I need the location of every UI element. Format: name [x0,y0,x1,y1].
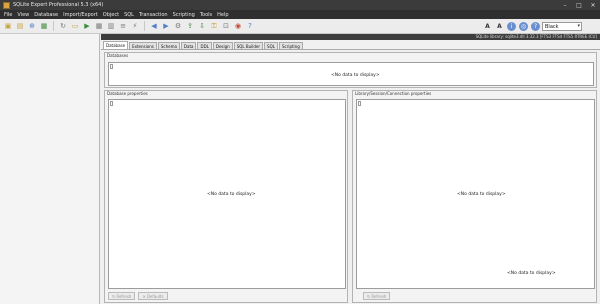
toolbar-separator [144,21,145,31]
window-controls: – □ ✕ [558,0,600,10]
menu-scripting[interactable]: Scripting [173,12,195,18]
menu-object[interactable]: Object [103,12,119,18]
settings-icon[interactable]: ⚙ [173,21,183,31]
folder-icon[interactable]: ▭ [70,21,80,31]
globe-icon[interactable]: ◎ [519,22,528,31]
tab-schema[interactable]: Schema [157,42,180,49]
tab-ddl[interactable]: DDL [197,42,212,49]
tab-strip: Database Extensions Schema Data DDL Desi… [101,41,600,49]
refresh-icon: ↻ [367,293,371,299]
title-bar: SQLite Expert Professional 5.3 (x64) – □… [0,0,600,10]
info-icon[interactable]: i [507,22,516,31]
databases-empty-text: <No data to display> [331,73,380,78]
close-icon: ✕ [142,293,146,299]
toolbar-right-icons: A A i ◎ ? [483,22,540,31]
forward-icon[interactable]: ▶ [161,21,171,31]
skin-value: Black [545,23,559,30]
database-properties-empty-text: <No data to display> [207,192,256,197]
tab-database[interactable]: Database [103,41,129,49]
row-indicator [110,64,113,69]
minimize-button[interactable]: – [558,0,572,10]
tab-data[interactable]: Data [180,42,197,49]
database-properties-grid[interactable]: <No data to display> [108,99,346,289]
refresh-button[interactable]: ↻ Refresh [108,292,136,300]
backup-icon[interactable]: ◉ [233,21,243,31]
menu-file[interactable]: File [4,12,12,18]
trigger-icon[interactable]: ⚡ [130,21,140,31]
table-icon[interactable]: ▦ [94,21,104,31]
menu-bar: File View Database Import/Export Object … [0,10,600,19]
database-tab-content: Databases <No data to display> Database … [101,49,600,304]
back-icon[interactable]: ◀ [149,21,159,31]
tab-extensions[interactable]: Extensions [129,42,157,49]
refresh-button-label: Refresh [116,293,132,299]
open-database-icon[interactable]: ▤ [15,21,25,31]
databases-panel-title: Databases [107,53,129,58]
run-icon[interactable]: ▶ [82,21,92,31]
help-icon[interactable]: ? [245,21,255,31]
databases-grid[interactable]: <No data to display> [108,62,594,86]
chevron-down-icon: ▾ [577,23,580,29]
database-properties-title: Database properties [107,91,148,96]
toolbar-separator [53,21,54,31]
refresh-button-2[interactable]: ↻ Refresh [363,292,391,300]
library-properties-grid[interactable]: <No data to display> <No data to display… [356,99,595,289]
menu-help[interactable]: Help [217,12,228,18]
lock-icon[interactable]: ⊡ [221,21,231,31]
menu-sql[interactable]: SQL [124,12,134,18]
row-indicator [110,101,113,106]
tab-sql-builder[interactable]: SQL Builder [233,42,264,49]
menu-database[interactable]: Database [34,12,58,18]
library-properties-buttons: ↻ Refresh [363,292,391,300]
refresh-icon[interactable]: ↻ [58,21,68,31]
databases-panel: Databases <No data to display> [104,52,597,88]
library-properties-empty-text: <No data to display> [457,192,506,197]
defaults-button-label: Defaults [146,293,164,299]
refresh-button-2-label: Refresh [371,293,387,299]
about-icon[interactable]: ? [531,22,540,31]
window-title: SQLite Expert Professional 5.3 (x64) [13,2,104,8]
row-indicator [358,101,361,106]
menu-import-export[interactable]: Import/Export [63,12,98,18]
tab-sql[interactable]: SQL [264,42,278,49]
tab-scripting[interactable]: Scripting [278,42,303,49]
view-icon[interactable]: ▥ [106,21,116,31]
key-icon[interactable]: ⚿ [209,21,219,31]
close-button[interactable]: ✕ [586,0,600,10]
database-properties-panel: Database properties <No data to display>… [104,90,348,303]
export-icon[interactable]: ⇪ [185,21,195,31]
skin-select[interactable]: Black ▾ [542,22,582,31]
tab-design[interactable]: Design [212,42,233,49]
library-info-bar: SQLite library: sqlite3.dll 3.32.3 [FTS3… [101,34,600,40]
library-properties-title: Library/Session/Connection properties [355,91,432,96]
refresh-icon: ↻ [112,293,116,299]
menu-transaction[interactable]: Transaction [139,12,168,18]
attach-icon[interactable]: ⊕ [27,21,37,31]
font-smaller-icon[interactable]: A [495,22,504,31]
new-database-icon[interactable]: ▣ [3,21,13,31]
database-properties-buttons: ↻ Refresh ✕ Defaults [108,292,168,300]
library-properties-empty-text-2: <No data to display> [507,271,556,276]
font-larger-icon[interactable]: A [483,22,492,31]
menu-view[interactable]: View [17,12,29,18]
app-icon [3,1,10,9]
save-icon[interactable]: ▦ [39,21,49,31]
defaults-button[interactable]: ✕ Defaults [138,292,168,300]
database-tree-sidebar[interactable] [0,34,100,304]
library-properties-panel: Library/Session/Connection properties <N… [352,90,597,303]
import-icon[interactable]: ⇩ [197,21,207,31]
index-icon[interactable]: ≡ [118,21,128,31]
maximize-button[interactable]: □ [572,0,586,10]
menu-tools[interactable]: Tools [200,12,212,18]
